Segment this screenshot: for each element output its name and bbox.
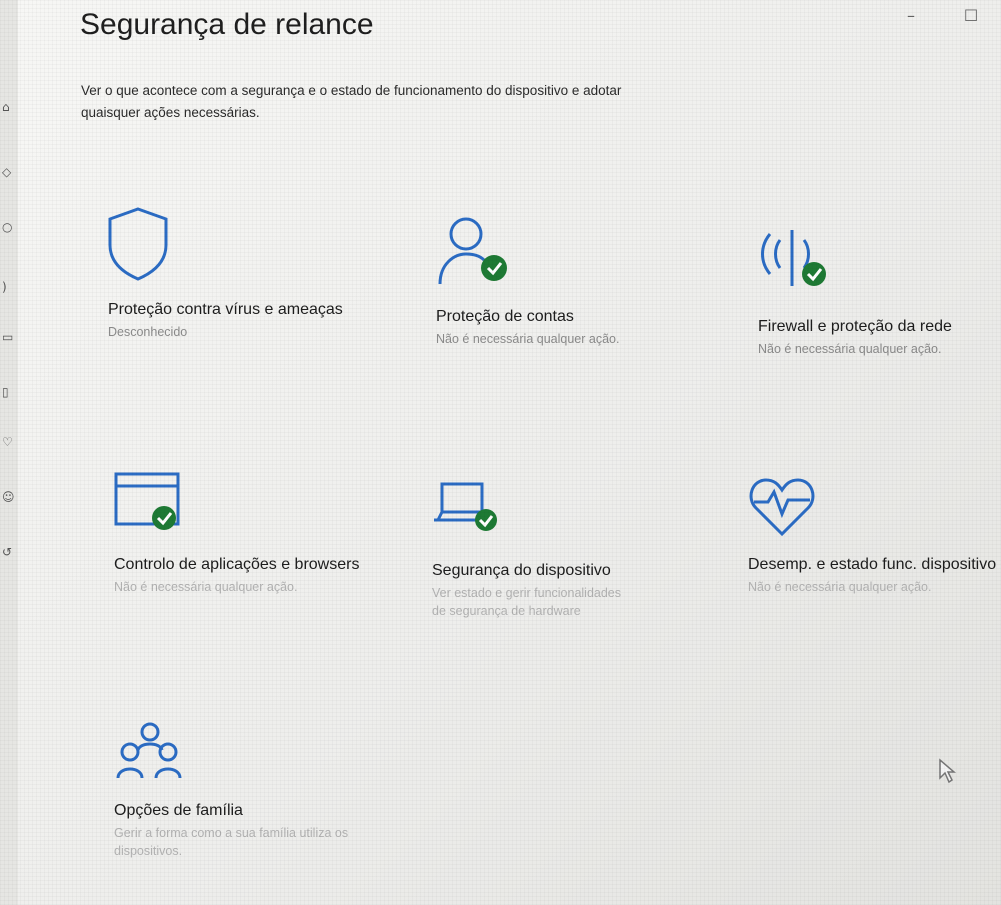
heart-pulse-icon [749, 478, 815, 537]
nav-app-icon[interactable]: ▭ [2, 330, 14, 344]
mouse-cursor-icon [939, 758, 956, 784]
tile-title: Segurança do dispositivo [432, 562, 611, 579]
tile-title: Proteção de contas [436, 308, 574, 325]
tile-status: Não é necessária qualquer ação. [114, 580, 298, 594]
tile-status: Desconhecido [108, 325, 188, 339]
tile-title: Desemp. e estado func. dispositivo [748, 556, 997, 573]
network-check-icon [761, 230, 826, 286]
nav-device-icon[interactable]: ▯ [2, 385, 14, 399]
tile-device-security[interactable]: Segurança do dispositivo Ver estado e ge… [432, 478, 692, 620]
tile-status: Não é necessária qualquer ação. [748, 580, 932, 594]
tile-status: Gerir a forma como a sua família utiliza… [114, 826, 349, 858]
app-browser-check-icon [114, 472, 180, 530]
tile-status: Não é necessária qualquer ação. [436, 332, 620, 346]
family-icon [116, 722, 182, 779]
tile-title: Opções de família [114, 802, 243, 819]
maximize-button[interactable]: ☐ [961, 6, 981, 26]
nav-home-icon[interactable]: ⌂ [2, 100, 14, 114]
nav-account-icon[interactable]: ○ [2, 220, 14, 234]
nav-family-icon[interactable]: ☺ [2, 490, 15, 504]
nav-history-icon[interactable]: ↺ [2, 545, 14, 559]
tile-family-options[interactable]: Opções de família Gerir a forma como a s… [114, 720, 374, 860]
tile-title: Firewall e proteção da rede [758, 318, 952, 335]
minimize-button[interactable]: – [901, 6, 921, 26]
page-title: Segurança de relance [80, 8, 374, 41]
nav-network-icon[interactable]: ) [2, 280, 14, 294]
page-description: Ver o que acontece com a segurança e o e… [81, 83, 622, 120]
account-check-icon [438, 217, 507, 285]
tile-title: Controlo de aplicações e browsers [114, 556, 360, 573]
tile-status: Ver estado e gerir funcionalidades de se… [432, 586, 622, 618]
window-controls: – ☐ [901, 6, 981, 26]
laptop-check-icon [434, 482, 497, 531]
tile-device-performance-health[interactable]: Desemp. e estado func. dispositivo Não é… [748, 472, 998, 596]
security-at-a-glance-screen: ⌂ ◇ ○ ) ▭ ▯ ♡ ☺ ↺ – ☐ Segurança de relan… [0, 0, 1001, 905]
nav-health-icon[interactable]: ♡ [2, 435, 14, 449]
sidebar-nav: ⌂ ◇ ○ ) ▭ ▯ ♡ ☺ ↺ [0, 0, 18, 905]
tile-virus-threat-protection[interactable]: Proteção contra vírus e ameaças Desconhe… [108, 205, 368, 341]
tile-status: Não é necessária qualquer ação. [758, 342, 942, 356]
tile-title: Proteção contra vírus e ameaças [108, 301, 343, 318]
tile-firewall-network[interactable]: Firewall e proteção da rede Não é necess… [758, 222, 998, 358]
tile-app-browser-control[interactable]: Controlo de aplicações e browsers Não é … [114, 470, 374, 596]
tile-account-protection[interactable]: Proteção de contas Não é necessária qual… [436, 212, 696, 348]
nav-shield-icon[interactable]: ◇ [2, 165, 14, 179]
shield-icon [108, 207, 168, 281]
